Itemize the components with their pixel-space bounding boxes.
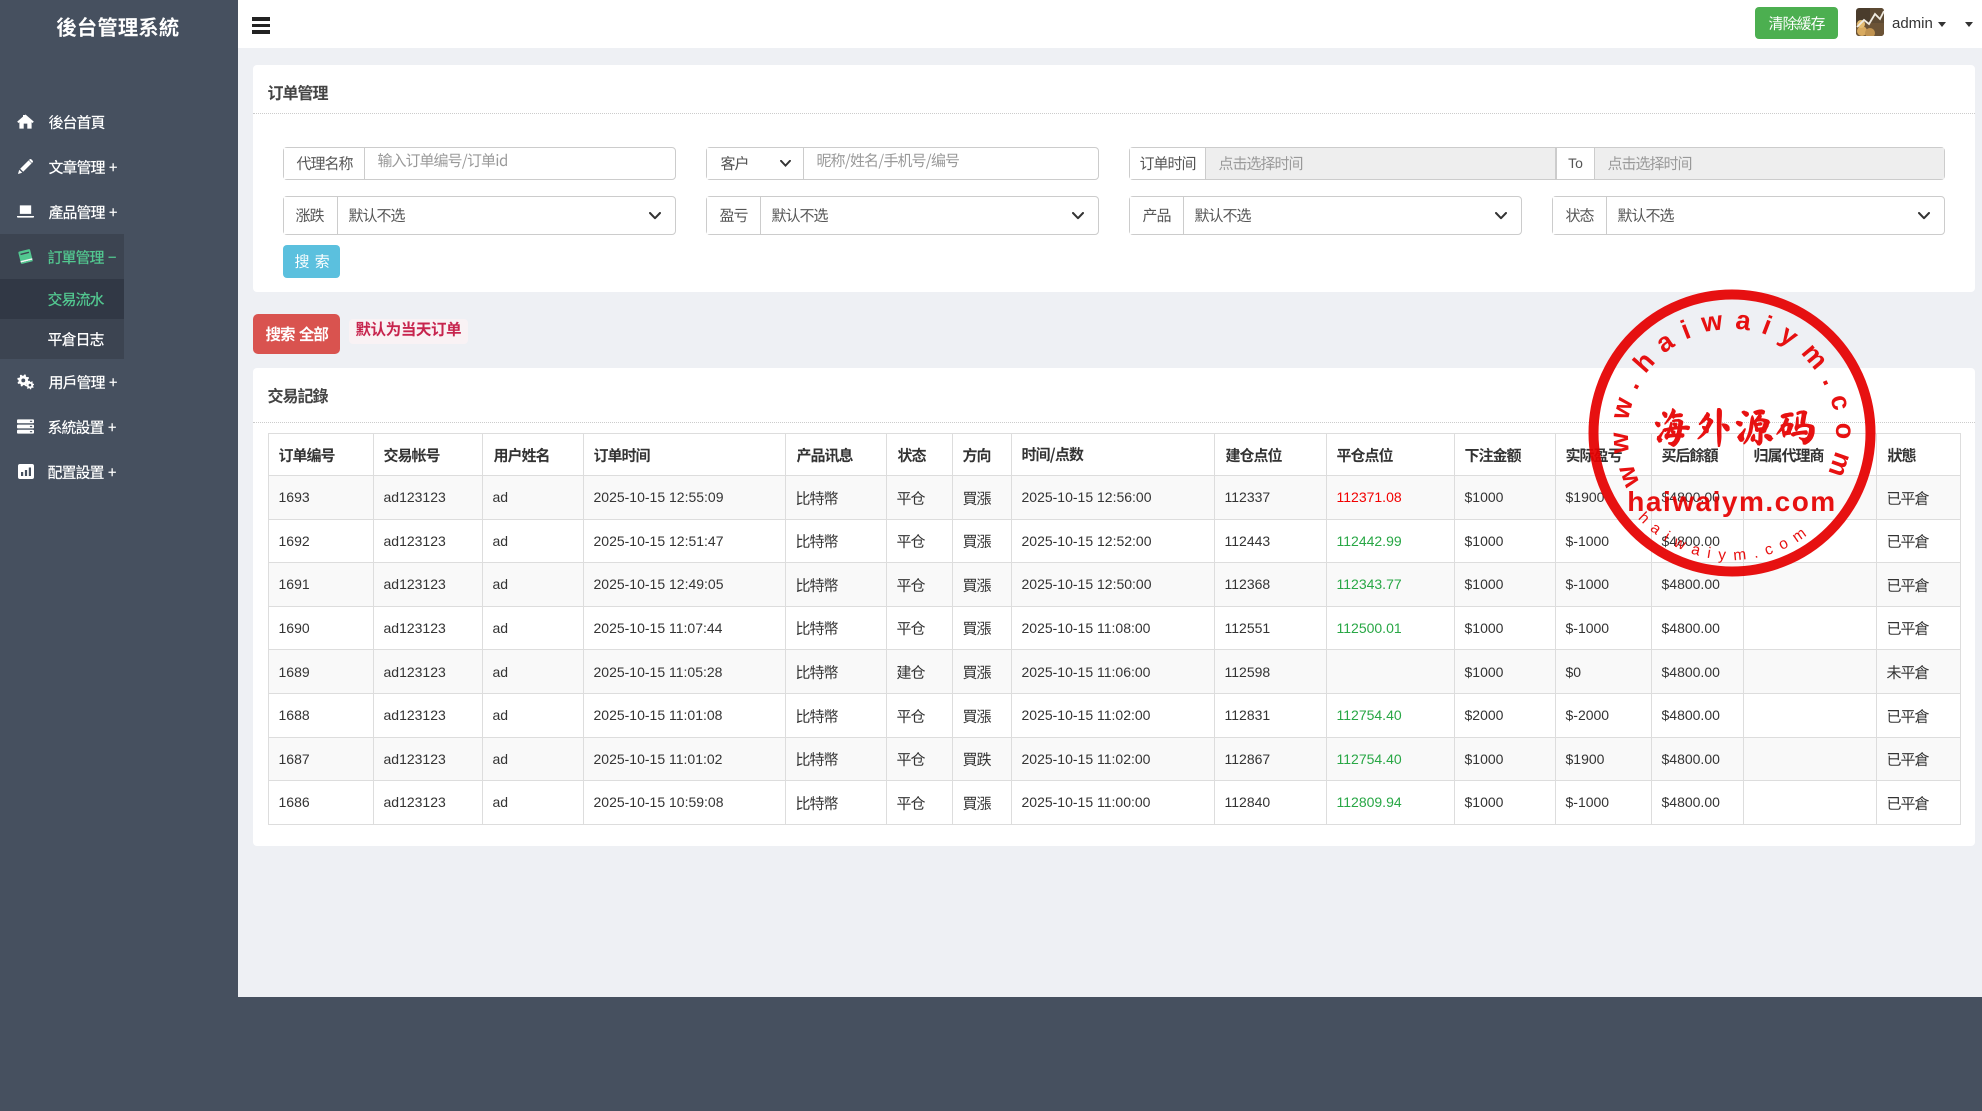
- svg-text:haiwaiym.com: haiwaiym.com: [1627, 486, 1836, 517]
